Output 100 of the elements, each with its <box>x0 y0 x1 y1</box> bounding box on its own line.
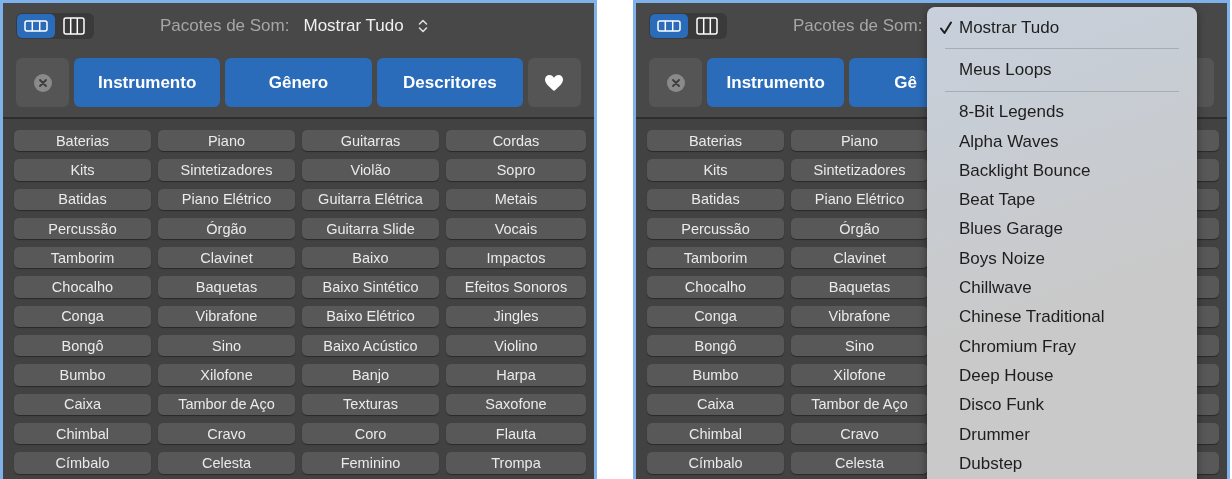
keyword-button[interactable]: Sopro <box>446 159 586 181</box>
filter-tab[interactable]: Instrumento <box>74 58 221 107</box>
keyword-button[interactable]: Banjo <box>302 364 439 386</box>
row-view-button[interactable] <box>650 13 688 38</box>
keyword-button[interactable]: Órgão <box>791 217 928 240</box>
keyword-button[interactable]: Vibrafone <box>791 305 928 328</box>
filter-tab[interactable]: Instrumento <box>707 58 845 107</box>
keyword-button[interactable]: Saxofone <box>446 393 586 415</box>
keyword-button[interactable]: Metais <box>446 188 586 210</box>
keyword-button[interactable]: Vibrafone <box>158 305 295 328</box>
keyword-button[interactable]: Baixo <box>302 247 439 269</box>
keyword-button[interactable]: Vocais <box>446 217 586 240</box>
keyword-button[interactable]: Piano Elétrico <box>791 188 928 210</box>
keyword-button[interactable]: Sintetizadores <box>158 159 295 181</box>
menu-item[interactable]: Chillwave <box>927 273 1197 303</box>
menu-item[interactable]: Meus Loops <box>927 55 1197 85</box>
keyword-button[interactable]: Cravo <box>791 422 928 445</box>
row-view-button[interactable] <box>17 13 55 38</box>
keyword-button[interactable]: Órgão <box>158 217 295 240</box>
clear-button[interactable] <box>16 58 69 107</box>
menu-item[interactable]: Boys Noize <box>927 244 1197 274</box>
menu-item[interactable]: Chromium Fray <box>927 331 1197 362</box>
keyword-button[interactable]: Tambor de Aço <box>158 393 295 415</box>
keyword-button[interactable]: Kits <box>14 159 151 181</box>
keyword-button[interactable]: Baquetas <box>791 276 928 298</box>
keyword-button[interactable]: Efeitos Sonoros <box>446 276 586 298</box>
keyword-button[interactable]: Baixo Elétrico <box>302 305 439 328</box>
menu-item[interactable]: Beat Tape <box>927 185 1197 215</box>
keyword-button[interactable]: Harpa <box>446 364 586 386</box>
keyword-button[interactable]: Caixa <box>647 393 784 415</box>
keyword-button[interactable]: Percussão <box>14 217 151 240</box>
favorites-button[interactable] <box>528 58 581 107</box>
keyword-button[interactable]: Batidas <box>647 188 784 210</box>
keyword-button[interactable]: Xilofone <box>791 364 928 386</box>
keyword-button[interactable]: Conga <box>14 305 151 328</box>
keyword-button[interactable]: Chocalho <box>14 276 151 298</box>
keyword-button[interactable]: Piano <box>158 130 295 152</box>
keyword-button[interactable]: Baquetas <box>158 276 295 298</box>
keyword-button[interactable]: Conga <box>647 305 784 328</box>
keyword-button[interactable]: Baterias <box>14 130 151 152</box>
view-toggle[interactable] <box>649 12 727 39</box>
keyword-button[interactable]: Címbalo <box>647 452 784 474</box>
keyword-button[interactable]: Cordas <box>446 130 586 152</box>
keyword-button[interactable]: Chocalho <box>647 276 784 298</box>
keyword-button[interactable]: Caixa <box>14 393 151 415</box>
clear-icon <box>33 73 52 92</box>
keyword-button[interactable]: Cravo <box>158 422 295 445</box>
keyword-button[interactable]: Guitarras <box>302 130 439 152</box>
clear-button[interactable] <box>649 58 702 107</box>
keyword-button[interactable]: Címbalo <box>14 452 151 474</box>
menu-item[interactable]: Mostrar Tudo <box>927 13 1197 43</box>
keyword-button[interactable]: Baixo Sintético <box>302 276 439 298</box>
keyword-button[interactable]: Clavinet <box>158 247 295 269</box>
keyword-button[interactable]: Clavinet <box>791 247 928 269</box>
keyword-button[interactable]: Feminino <box>302 452 439 474</box>
keyword-button[interactable]: Tamborim <box>14 247 151 269</box>
menu-item[interactable]: Chinese Traditional <box>927 302 1197 332</box>
keyword-button[interactable]: Celesta <box>791 452 928 474</box>
keyword-button[interactable]: Kits <box>647 159 784 181</box>
keyword-button[interactable]: Bumbo <box>647 364 784 386</box>
keyword-button[interactable]: Percussão <box>647 217 784 240</box>
menu-item[interactable]: Disco Funk <box>927 390 1197 420</box>
keyword-button[interactable]: Sino <box>158 335 295 357</box>
keyword-button[interactable]: Celesta <box>158 452 295 474</box>
filter-tab[interactable]: Descritores <box>376 58 523 107</box>
menu-item[interactable]: Backlight Bounce <box>927 156 1197 186</box>
keyword-button[interactable]: Impactos <box>446 247 586 269</box>
keyword-button[interactable]: Bongô <box>647 335 784 357</box>
keyword-button[interactable]: Tamborim <box>647 247 784 269</box>
keyword-button[interactable]: Chimbal <box>14 422 151 445</box>
keyword-button[interactable]: Jingles <box>446 305 586 328</box>
keyword-button[interactable]: Piano <box>791 130 928 152</box>
keyword-button[interactable]: Violino <box>446 335 586 357</box>
menu-item[interactable]: Drummer <box>927 419 1197 450</box>
keyword-button[interactable]: Chimbal <box>647 422 784 445</box>
keyword-button[interactable]: Batidas <box>14 188 151 210</box>
keyword-button[interactable]: Tambor de Aço <box>791 393 928 415</box>
keyword-button[interactable]: Baterias <box>647 130 784 152</box>
keyword-button[interactable]: Bongô <box>14 335 151 357</box>
menu-item[interactable]: Dubstep <box>927 449 1197 479</box>
keyword-button[interactable]: Xilofone <box>158 364 295 386</box>
keyword-button[interactable]: Sintetizadores <box>791 159 928 181</box>
menu-item[interactable]: Blues Garage <box>927 214 1197 245</box>
menu-item[interactable]: 8-Bit Legends <box>927 97 1197 127</box>
keyword-button[interactable]: Sino <box>791 335 928 357</box>
sound-packs-popup[interactable]: Mostrar Tudo <box>303 15 428 36</box>
keyword-button[interactable]: Piano Elétrico <box>158 188 295 210</box>
menu-item[interactable]: Alpha Waves <box>927 126 1197 157</box>
keyword-button[interactable]: Texturas <box>302 393 439 415</box>
keyword-button[interactable]: Guitarra Slide <box>302 217 439 240</box>
view-toggle[interactable] <box>16 12 94 39</box>
keyword-button[interactable]: Flauta <box>446 422 586 445</box>
keyword-button[interactable]: Violão <box>302 159 439 181</box>
keyword-button[interactable]: Coro <box>302 422 439 445</box>
keyword-button[interactable]: Trompa <box>446 452 586 474</box>
filter-tab[interactable]: Gênero <box>225 58 372 107</box>
menu-item[interactable]: Deep House <box>927 361 1197 391</box>
keyword-button[interactable]: Baixo Acústico <box>302 335 439 357</box>
keyword-button[interactable]: Guitarra Elétrica <box>302 188 439 210</box>
keyword-button[interactable]: Bumbo <box>14 364 151 386</box>
